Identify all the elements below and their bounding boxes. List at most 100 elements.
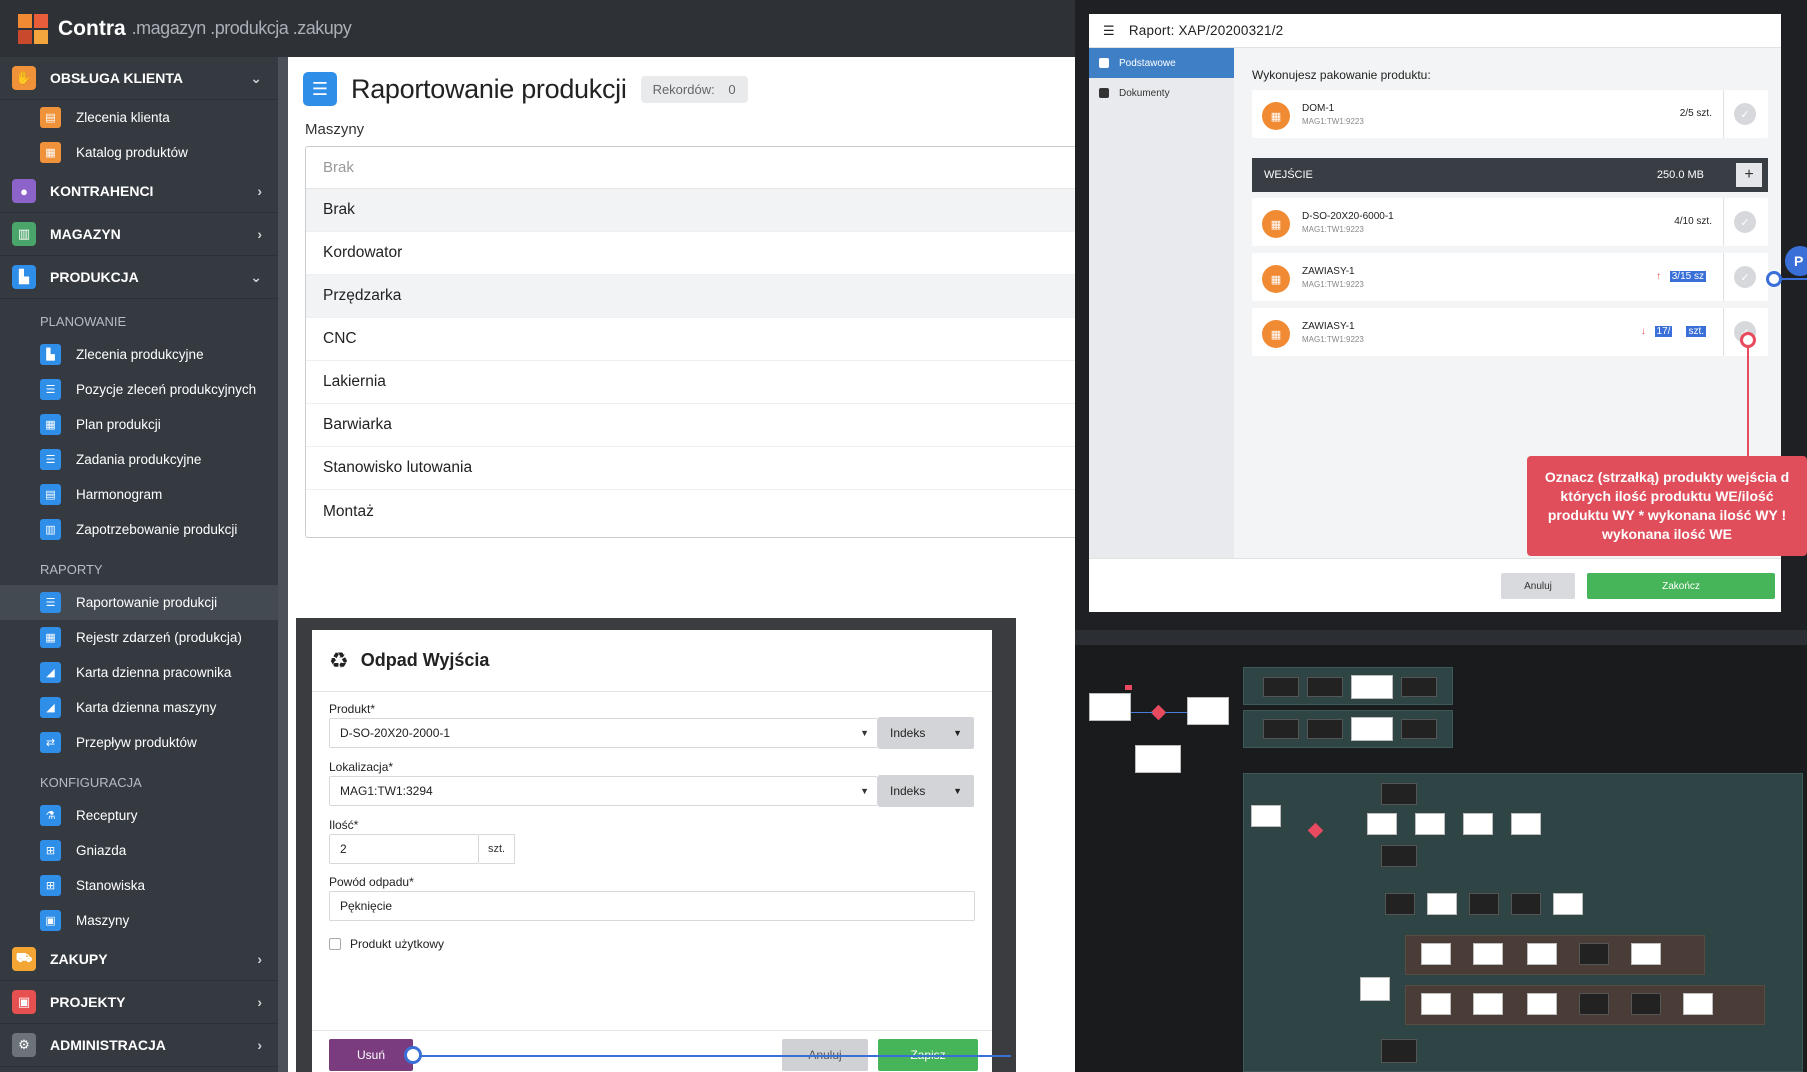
annotation-handle[interactable]: [404, 1046, 422, 1064]
flow-node[interactable]: [1187, 697, 1229, 725]
sidebar-group-purchases[interactable]: ⛟ ZAKUPY ›: [0, 938, 278, 981]
input-product-card[interactable]: ▦ ZAWIASY-1 MAG1:TW1:9223 ↑ 3/15 sz ✓: [1252, 253, 1768, 301]
machine-option[interactable]: CNC: [306, 318, 1084, 361]
sidebar-item-production-orders[interactable]: ▙ Zlecenia produkcyjne: [0, 337, 278, 372]
sidebar-item-schedule[interactable]: ▤ Harmonogram: [0, 477, 278, 512]
flow-node[interactable]: [1527, 943, 1557, 965]
usable-product-checkbox[interactable]: [329, 938, 341, 950]
tab-basic[interactable]: Podstawowe: [1089, 48, 1234, 78]
brand-subtitle: .magazyn .produkcja .zakupy: [131, 18, 352, 38]
delete-button[interactable]: Usuń: [329, 1039, 413, 1071]
sidebar-item-machines[interactable]: ▣ Maszyny: [0, 903, 278, 938]
machine-option[interactable]: Kordowator: [306, 232, 1084, 275]
flow-node[interactable]: [1427, 893, 1457, 915]
flow-node[interactable]: [1421, 993, 1451, 1015]
flow-node[interactable]: [1385, 893, 1415, 915]
flow-node[interactable]: [1381, 1039, 1417, 1063]
sidebar-item-client-orders[interactable]: ▤ Zlecenia klienta: [0, 100, 278, 135]
flow-node[interactable]: [1415, 813, 1445, 835]
flow-node[interactable]: [1263, 719, 1299, 739]
page-title: Raportowanie produkcji: [351, 73, 627, 104]
sidebar-scrollbar[interactable]: [278, 57, 288, 1072]
machine-option[interactable]: Montaż: [306, 490, 1084, 533]
location-select[interactable]: MAG1:TW1:3294 ▼: [329, 776, 878, 806]
sidebar-group-projects[interactable]: ▣ PROJEKTY ›: [0, 981, 278, 1024]
input-product-card[interactable]: ▦ ZAWIASY-1 MAG1:TW1:9223 ↓ 17/szt. ✓: [1252, 308, 1768, 356]
flow-node[interactable]: [1421, 943, 1451, 965]
flow-node[interactable]: [1367, 813, 1397, 835]
flow-node[interactable]: [1351, 675, 1393, 699]
product-select[interactable]: D-SO-20X20-2000-1 ▼: [329, 718, 878, 748]
sidebar-item-machine-daily-card[interactable]: ◢ Karta dzienna maszyny: [0, 690, 278, 725]
flow-node[interactable]: [1631, 993, 1661, 1015]
flow-node[interactable]: [1381, 845, 1417, 867]
check-icon[interactable]: ✓: [1734, 211, 1756, 233]
brand-name[interactable]: Contra: [58, 17, 126, 41]
sidebar-group-production[interactable]: ▙ PRODUKCJA ⌄: [0, 256, 278, 299]
sidebar-item-order-positions[interactable]: ☰ Pozycje zleceń produkcyjnych: [0, 372, 278, 407]
product-index-button[interactable]: Indeks ▼: [878, 717, 974, 749]
machine-option[interactable]: Brak: [306, 189, 1084, 232]
sidebar-item-recipes[interactable]: ⚗ Receptury: [0, 798, 278, 833]
flow-node[interactable]: [1579, 993, 1609, 1015]
sidebar-item-production-reporting[interactable]: ☰ Raportowanie produkcji: [0, 585, 278, 620]
flow-node[interactable]: [1631, 943, 1661, 965]
flow-node[interactable]: [1469, 893, 1499, 915]
flow-node[interactable]: [1307, 677, 1343, 697]
machine-option[interactable]: Lakiernia: [306, 361, 1084, 404]
input-product-card[interactable]: ▦ D-SO-20X20-6000-1 MAG1:TW1:9223 4/10 s…: [1252, 198, 1768, 246]
machine-option[interactable]: Barwiarka: [306, 404, 1084, 447]
chevron-right-icon: ›: [257, 951, 262, 967]
sidebar-item-production-plan[interactable]: ▦ Plan produkcji: [0, 407, 278, 442]
flow-node[interactable]: [1511, 813, 1541, 835]
qty-input[interactable]: 2: [329, 834, 479, 864]
flow-node[interactable]: [1251, 805, 1281, 827]
machines-select[interactable]: Brak Brak Kordowator Przędzarka CNC Laki…: [305, 146, 1085, 538]
flow-node[interactable]: [1307, 719, 1343, 739]
annotation-handle[interactable]: [1766, 271, 1782, 287]
reason-input[interactable]: Pęknięcie: [329, 891, 975, 921]
sidebar-item-production-tasks[interactable]: ☰ Zadania produkcyjne: [0, 442, 278, 477]
flow-node[interactable]: [1473, 943, 1503, 965]
sidebar-item-worker-daily-card[interactable]: ◢ Karta dzienna pracownika: [0, 655, 278, 690]
flow-node[interactable]: [1263, 677, 1299, 697]
annotation-handle[interactable]: [1740, 332, 1756, 348]
flow-node[interactable]: [1527, 993, 1557, 1015]
cancel-button[interactable]: Anuluj: [1501, 573, 1575, 599]
finish-button[interactable]: Zakończ: [1587, 573, 1775, 599]
check-icon[interactable]: ✓: [1734, 266, 1756, 288]
flow-node[interactable]: [1351, 717, 1393, 741]
flow-node[interactable]: [1473, 993, 1503, 1015]
flow-node[interactable]: [1401, 719, 1437, 739]
sidebar-item-product-flow[interactable]: ⇄ Przepływ produktów: [0, 725, 278, 760]
flow-node[interactable]: [1579, 943, 1609, 965]
sidebar-item-product-catalog[interactable]: ▦ Katalog produktów: [0, 135, 278, 170]
location-index-button[interactable]: Indeks ▼: [878, 775, 974, 807]
sidebar-item-production-demand[interactable]: ▥ Zapotrzebowanie produkcji: [0, 512, 278, 547]
check-icon[interactable]: ✓: [1734, 103, 1756, 125]
sidebar-group-client-service[interactable]: ✋ OBSŁUGA KLIENTA ⌄: [0, 57, 278, 100]
machine-option[interactable]: Przędzarka: [306, 275, 1084, 318]
machine-option[interactable]: Stanowisko lutowania: [306, 447, 1084, 490]
sidebar-item-label: Stanowiska: [76, 878, 146, 893]
sidebar-group-administration[interactable]: ⚙ ADMINISTRACJA ›: [0, 1024, 278, 1067]
flow-node[interactable]: [1381, 783, 1417, 805]
sidebar-group-warehouse[interactable]: ▥ MAGAZYN ›: [0, 213, 278, 256]
add-input-button[interactable]: +: [1736, 163, 1762, 187]
sidebar-item-stations[interactable]: ⊞ Stanowiska: [0, 868, 278, 903]
flow-node[interactable]: [1089, 693, 1131, 721]
machines-search-input[interactable]: Brak: [306, 147, 1084, 189]
flow-node[interactable]: [1553, 893, 1583, 915]
sidebar-item-sockets[interactable]: ⊞ Gniazda: [0, 833, 278, 868]
edge-marker[interactable]: P: [1785, 246, 1807, 276]
sidebar-item-event-register[interactable]: ▦ Rejestr zdarzeń (produkcja): [0, 620, 278, 655]
sidebar-group-contractors[interactable]: ● KONTRAHENCI ›: [0, 170, 278, 213]
flow-node[interactable]: [1135, 745, 1181, 773]
tab-documents[interactable]: Dokumenty: [1089, 78, 1234, 108]
flow-node[interactable]: [1683, 993, 1713, 1015]
flow-node[interactable]: [1463, 813, 1493, 835]
flow-node[interactable]: [1401, 677, 1437, 697]
flow-node[interactable]: [1360, 977, 1390, 1001]
flow-node[interactable]: [1511, 893, 1541, 915]
output-product-card[interactable]: ▦ DOM-1 MAG1:TW1:9223 2/5 szt. ✓: [1252, 90, 1768, 138]
